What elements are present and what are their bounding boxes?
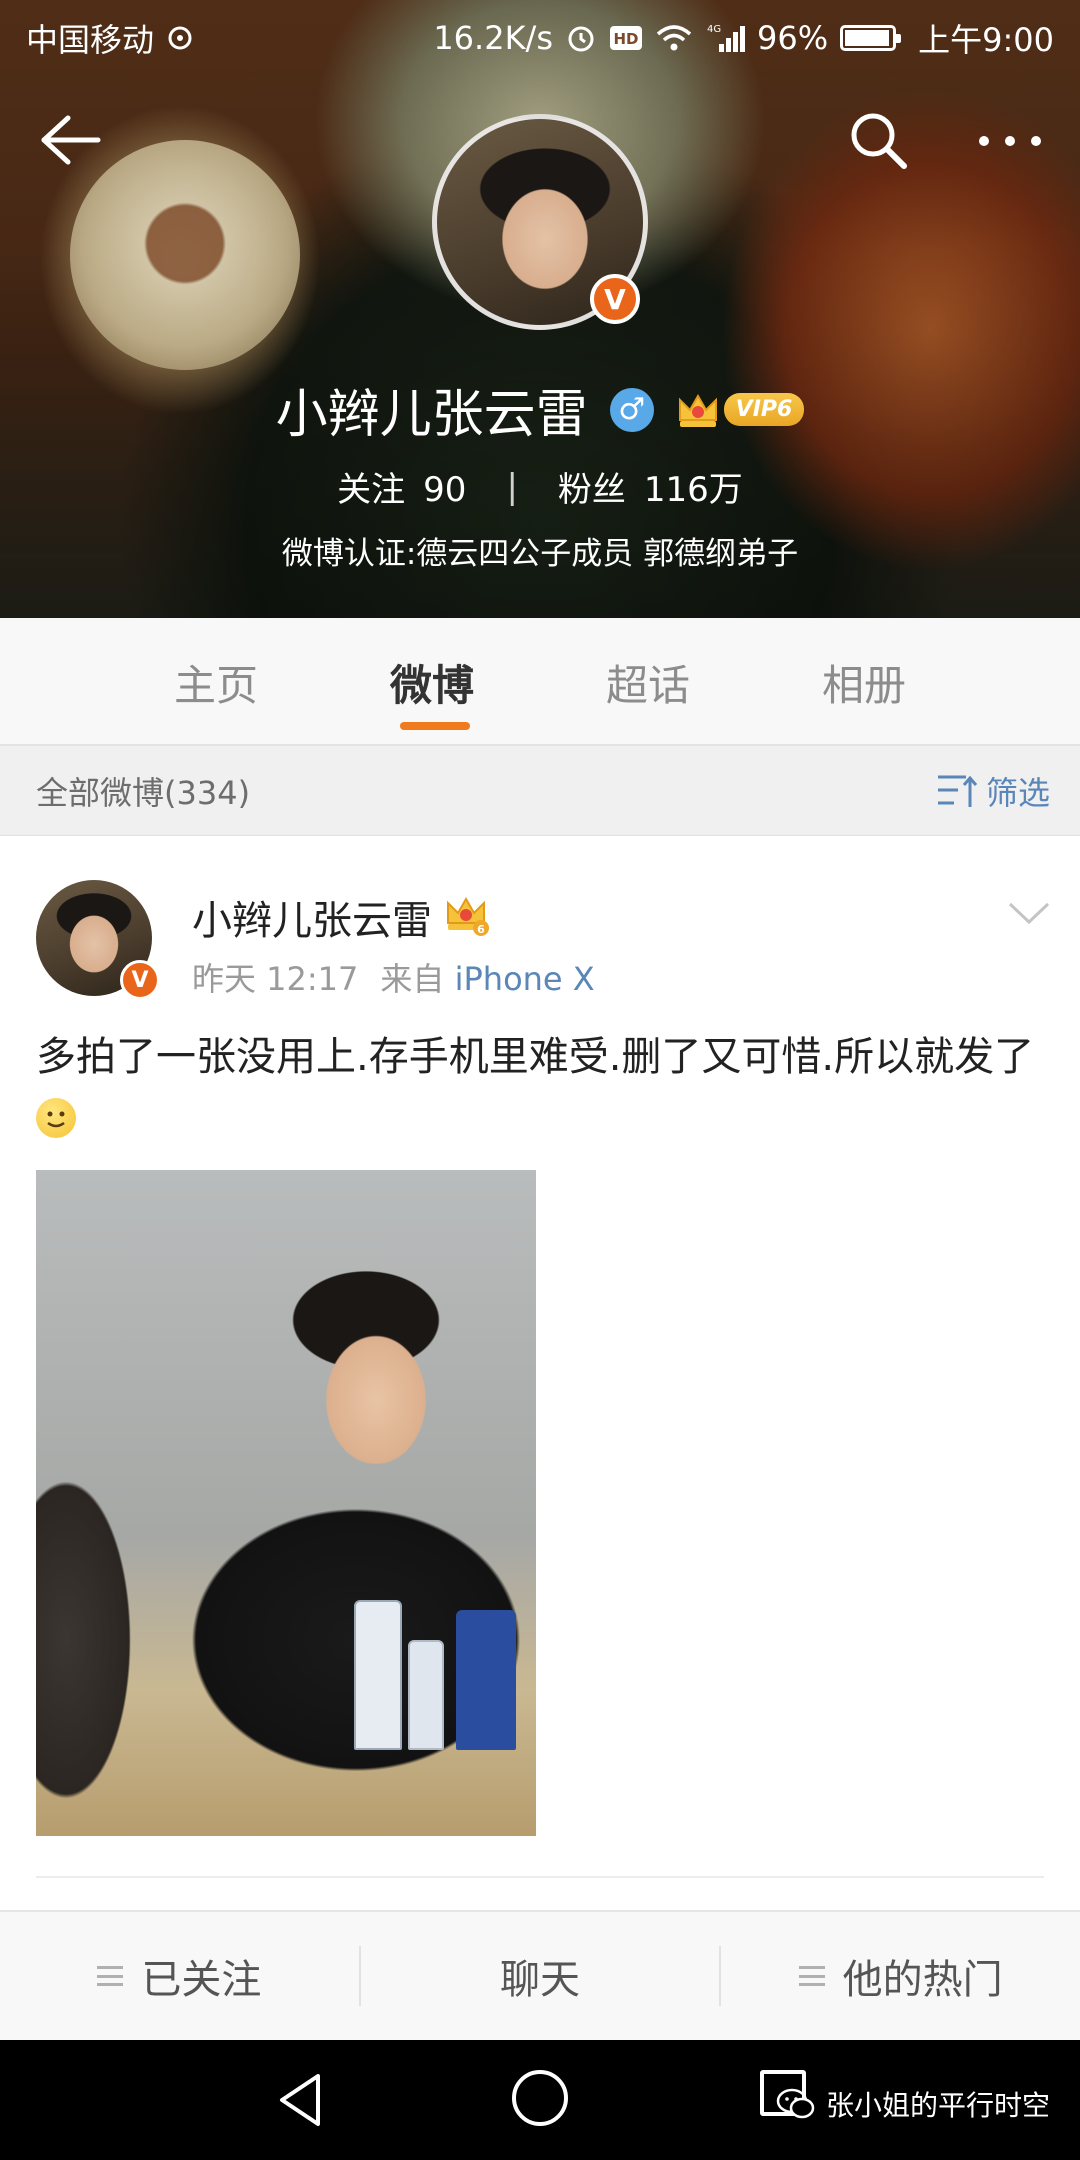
profile-action-bar: 已关注 聊天 他的热门 [0, 1910, 1080, 2040]
following-count: 90 [423, 470, 467, 510]
vip-crown-icon: 6 [447, 896, 489, 936]
following-label: 关注 [337, 470, 406, 510]
status-left: 中国移动 [26, 15, 194, 61]
filter-icon [937, 775, 978, 807]
filter-label: 筛选 [985, 773, 1050, 812]
clock: 上午9:00 [918, 21, 1054, 59]
more-icon[interactable] [970, 116, 1050, 166]
net-speed: 16.2K/s [433, 19, 553, 57]
tab-super-topic[interactable]: 超话 [540, 618, 756, 746]
all-posts-count[interactable]: 全部微博(334) [36, 768, 250, 814]
filter-button[interactable]: 筛选 [936, 768, 1050, 814]
back-arrow-icon[interactable] [34, 110, 104, 170]
post-author-name[interactable]: 小辫儿张云雷 [192, 888, 432, 946]
followers-label: 粉丝 [557, 470, 626, 510]
chat-button[interactable]: 聊天 [358, 1946, 720, 2006]
menu-icon [97, 1966, 124, 1986]
profile-stats: 关注 90 | 粉丝 116万 [0, 462, 1080, 511]
svg-text:6: 6 [477, 923, 485, 936]
svg-text:HD: HD [613, 30, 638, 48]
system-back-icon[interactable] [274, 2070, 330, 2130]
status-right: 16.2K/s HD 4G 96% 上午9:00 [433, 15, 1054, 61]
carrier-name: 中国移动 [26, 21, 155, 59]
watermark-text: 张小姐的平行时空 [826, 2089, 1051, 2122]
followed-button[interactable]: 已关注 [0, 1946, 359, 2006]
svg-text:4G: 4G [707, 24, 721, 35]
vip-level-label: VIP6 [723, 393, 805, 426]
profile-avatar-wrapper[interactable]: V [432, 114, 648, 330]
signal-icon: 4G [707, 24, 745, 52]
post-meta: 昨天 12:17 来自 iPhone X [192, 954, 595, 1000]
tab-album[interactable]: 相册 [756, 618, 972, 746]
wifi-icon [656, 25, 692, 51]
profile-cover: 中国移动 16.2K/s HD 4G 96% 上午9:00 V 小辫儿张云雷 ♂… [0, 0, 1080, 618]
verified-badge-icon: V [120, 960, 160, 1000]
post-divider [36, 1876, 1044, 1878]
wechat-icon [776, 2088, 815, 2119]
followed-label: 已关注 [141, 1957, 262, 2003]
search-icon[interactable] [846, 108, 910, 172]
post-body: 多拍了一张没用上.存手机里难受.删了又可惜.所以就发了 [36, 1034, 1035, 1080]
status-bar: 中国移动 16.2K/s HD 4G 96% 上午9:00 [0, 0, 1080, 76]
system-nav-bar: 张小姐的平行时空 [0, 2040, 1080, 2160]
chevron-down-icon[interactable] [1006, 898, 1052, 928]
followers-count: 116万 [643, 470, 743, 510]
menu-icon [798, 1966, 825, 1986]
post-source-wrap: 来自 iPhone X [380, 954, 594, 1000]
alarm-icon [568, 26, 594, 52]
hot-posts-button[interactable]: 他的热门 [719, 1946, 1080, 2006]
post-image[interactable] [36, 1170, 536, 1836]
post-author-avatar[interactable]: V [36, 880, 160, 1000]
photo-bottle [408, 1640, 444, 1750]
smiley-emoji-icon [36, 1098, 76, 1138]
photo-bottle [354, 1600, 402, 1750]
data-sync-icon [168, 26, 192, 50]
watermark: 张小姐的平行时空 [776, 2084, 1050, 2124]
male-gender-icon: ♂ [609, 387, 654, 432]
profile-name: 小辫儿张云雷 [275, 385, 588, 445]
post-source[interactable]: iPhone X [455, 960, 595, 998]
photo-bottle [456, 1610, 516, 1750]
profile-name-row: 小辫儿张云雷 ♂ VIP6 [0, 372, 1080, 447]
followers-stat[interactable]: 粉丝 116万 [558, 462, 743, 511]
post-author-row: 小辫儿张云雷 6 [192, 888, 490, 946]
battery-icon [840, 25, 902, 51]
stats-divider: | [506, 466, 518, 507]
system-home-icon[interactable] [512, 2070, 568, 2126]
vip-badge[interactable]: VIP6 [676, 390, 805, 430]
tab-home[interactable]: 主页 [108, 618, 324, 746]
post-source-prefix: 来自 [380, 960, 445, 998]
following-stat[interactable]: 关注 90 [337, 462, 466, 511]
post-text: 多拍了一张没用上.存手机里难受.删了又可惜.所以就发了 [36, 1026, 1046, 1150]
tab-weibo[interactable]: 微博 [324, 618, 540, 746]
profile-tabs: 主页 微博 超话 相册 [0, 618, 1080, 746]
battery-percent: 96% [757, 19, 829, 57]
hot-posts-label: 他的热门 [842, 1957, 1003, 2003]
post-card[interactable]: V 小辫儿张云雷 6 昨天 12:17 来自 iPhone X 多拍了一张没用上… [0, 836, 1080, 1910]
verified-badge-icon: V [590, 274, 640, 324]
filter-bar: 全部微博(334) 筛选 [0, 746, 1080, 836]
verification-text: 微博认证:德云四公子成员 郭德纲弟子 [281, 536, 799, 572]
chat-label: 聊天 [500, 1957, 580, 2003]
post-time: 昨天 12:17 [192, 960, 359, 998]
crown-icon [678, 393, 717, 427]
hd-icon: HD [610, 26, 642, 50]
